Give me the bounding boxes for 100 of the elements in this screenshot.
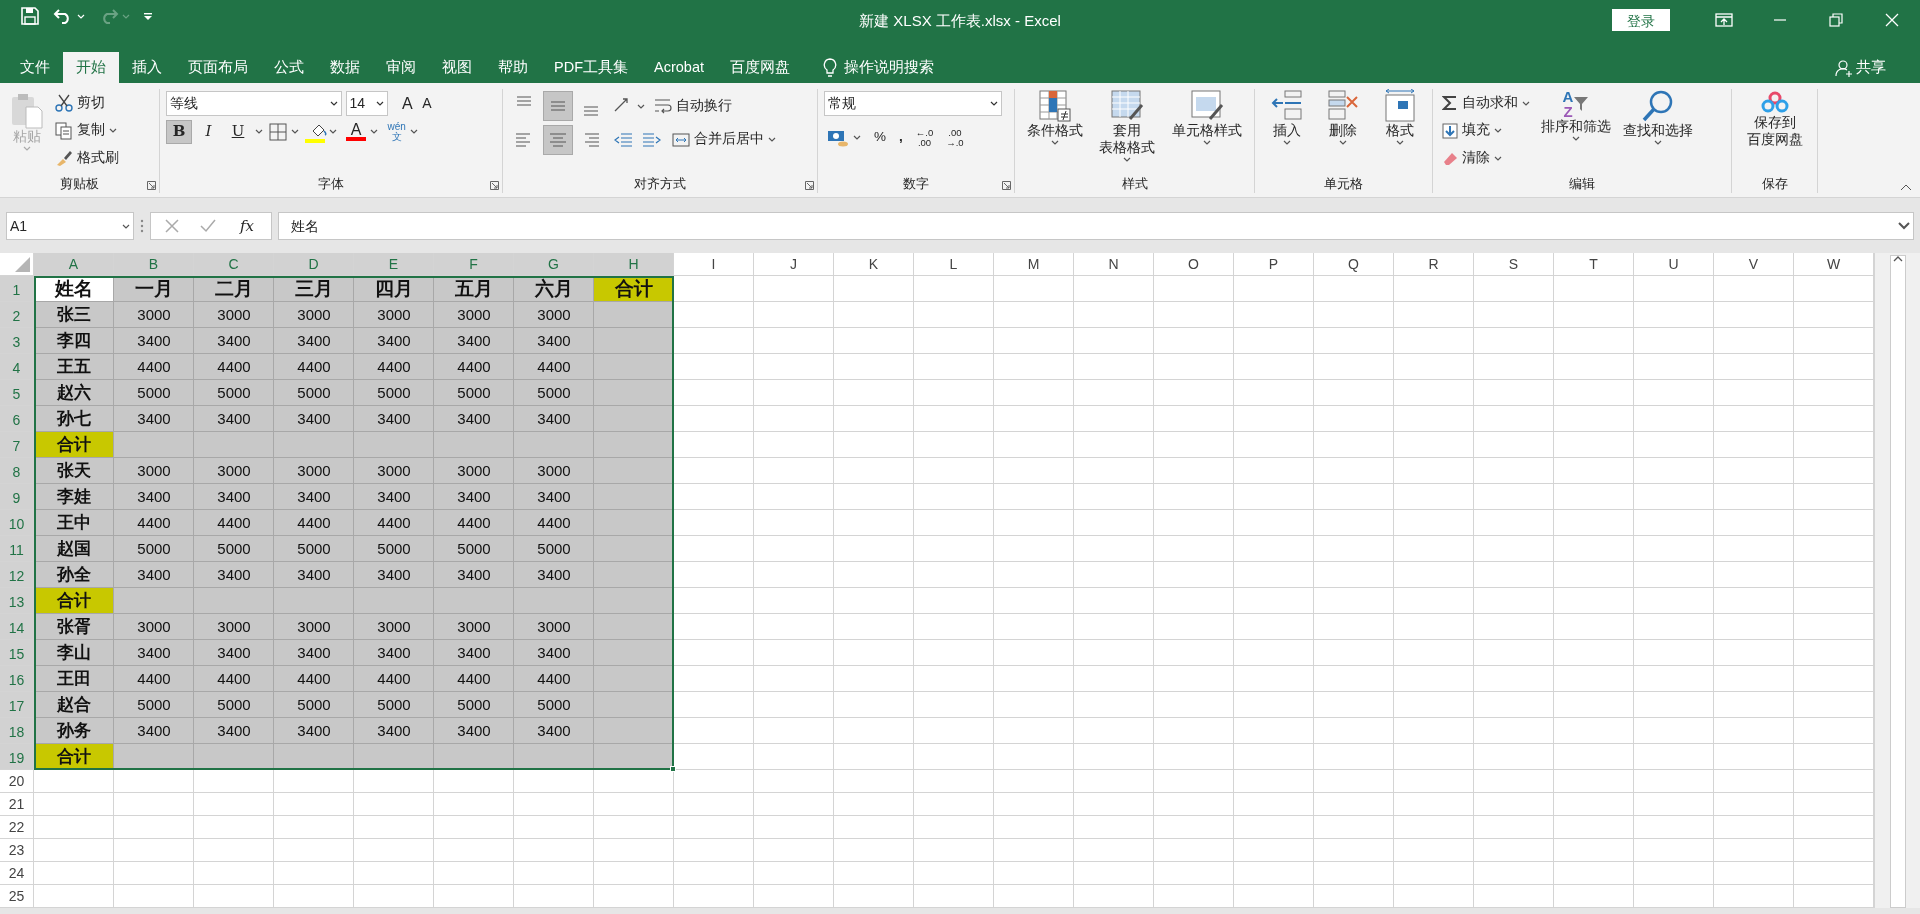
row-header[interactable]: 2 xyxy=(0,302,34,328)
increase-font-size-button[interactable]: A xyxy=(399,91,416,116)
merge-center-button[interactable]: 合并后居中 xyxy=(668,127,779,152)
column-header[interactable]: E xyxy=(354,253,434,276)
table-cell: 张胥 xyxy=(34,614,114,640)
dialog-launcher-icon[interactable] xyxy=(805,181,814,190)
menu-tab[interactable]: 页面布局 xyxy=(175,52,261,83)
table-cell: 合计 xyxy=(34,588,114,614)
align-center-button[interactable] xyxy=(542,124,573,155)
font-name-field[interactable]: 等线 xyxy=(166,91,342,116)
fill-button[interactable]: 填充 xyxy=(1439,118,1533,143)
align-middle-button[interactable] xyxy=(542,91,573,121)
row-header[interactable]: 1 xyxy=(0,276,34,302)
wrap-text-button[interactable]: 自动换行 xyxy=(651,94,735,118)
row-header[interactable]: 5 xyxy=(0,380,34,406)
increase-decimal-button[interactable]: ←.0 .00 xyxy=(912,125,937,150)
expand-formula-icon[interactable] xyxy=(1898,222,1910,230)
dialog-launcher-icon[interactable] xyxy=(1002,181,1011,190)
clear-button[interactable]: 清除 xyxy=(1439,146,1533,170)
cut-button[interactable]: 剪切 xyxy=(52,91,122,115)
menu-tab[interactable]: PDF工具集 xyxy=(541,52,641,83)
customize-icon[interactable] xyxy=(144,12,152,20)
column-header[interactable]: G xyxy=(514,253,594,276)
caret-icon xyxy=(23,145,31,151)
sort-filter-button[interactable]: A Z 排序和筛选 xyxy=(1537,89,1615,174)
copy-button[interactable]: 复制 xyxy=(52,118,122,143)
decrease-font-size-button[interactable]: A xyxy=(419,91,435,116)
row-header[interactable]: 14 xyxy=(0,614,34,640)
column-header[interactable]: B xyxy=(114,253,194,276)
fill-handle[interactable] xyxy=(670,766,676,772)
bold-button[interactable]: B xyxy=(166,119,192,144)
menu-tab[interactable]: 帮助 xyxy=(485,52,541,83)
tell-me-search[interactable]: 操作说明搜索 xyxy=(810,52,947,83)
scroll-up-icon[interactable] xyxy=(1892,256,1903,262)
format-as-table-button[interactable]: 套用 表格格式 xyxy=(1095,89,1160,174)
restore-icon[interactable] xyxy=(1829,13,1843,27)
row-header[interactable]: 9 xyxy=(0,484,34,510)
column-header[interactable]: C xyxy=(194,253,274,276)
sign-in-button[interactable]: 登录 xyxy=(1612,9,1670,31)
row-header[interactable]: 18 xyxy=(0,718,34,744)
font-color-button[interactable]: A xyxy=(343,119,381,144)
row-header[interactable]: 17 xyxy=(0,692,34,718)
comma-style-button[interactable]: , xyxy=(896,125,906,150)
vertical-scrollbar[interactable] xyxy=(1889,255,1906,908)
row-header[interactable]: 3 xyxy=(0,328,34,354)
dialog-launcher-icon[interactable] xyxy=(147,181,156,190)
phonetic-guide-button[interactable]: wén 文 xyxy=(384,119,421,144)
menu-tab[interactable]: 审阅 xyxy=(373,52,429,83)
row-header[interactable]: 8 xyxy=(0,458,34,484)
decrease-decimal-button[interactable]: .00 →.0 xyxy=(943,125,967,150)
save-to-cloud-button[interactable]: 保存到 百度网盘 xyxy=(1742,89,1807,174)
row-header[interactable]: 12 xyxy=(0,562,34,588)
formula-field[interactable]: 姓名 xyxy=(278,212,1914,240)
underline-button[interactable]: U xyxy=(225,119,251,144)
table-cell: 3400 xyxy=(274,640,354,666)
close-icon[interactable] xyxy=(1885,13,1899,27)
row-header[interactable]: 13 xyxy=(0,588,34,614)
font-size-field[interactable]: 14 xyxy=(345,91,388,116)
row-header[interactable]: 6 xyxy=(0,406,34,432)
italic-button[interactable]: I xyxy=(195,119,222,144)
column-header[interactable]: A xyxy=(34,253,114,276)
row-header[interactable]: 15 xyxy=(0,640,34,666)
insert-cells-button[interactable]: 插入 xyxy=(1267,89,1308,174)
column-header[interactable]: F xyxy=(434,253,514,276)
find-select-button[interactable]: 查找和选择 xyxy=(1619,89,1697,174)
dialog-launcher-icon[interactable] xyxy=(490,181,499,190)
collapse-ribbon-icon[interactable] xyxy=(1900,184,1912,191)
menu-tab[interactable]: Acrobat xyxy=(641,52,717,83)
menu-tab[interactable]: 视图 xyxy=(429,52,485,83)
menu-tab[interactable]: 公式 xyxy=(261,52,317,83)
save-icon[interactable] xyxy=(21,7,39,25)
caret-icon xyxy=(122,13,130,19)
number-format-field[interactable]: 常规 xyxy=(824,91,1002,116)
align-middle-icon xyxy=(549,101,566,111)
menu-tab[interactable]: 插入 xyxy=(119,52,175,83)
column-header[interactable]: D xyxy=(274,253,354,276)
autosum-button[interactable]: 自动求和 xyxy=(1439,91,1533,115)
ribbon-display-icon[interactable] xyxy=(1715,13,1733,27)
format-cells-button[interactable]: 格式 xyxy=(1379,89,1420,174)
cell-styles-button[interactable]: 单元格样式 xyxy=(1167,89,1246,174)
row-header[interactable]: 11 xyxy=(0,536,34,562)
row-header[interactable]: 10 xyxy=(0,510,34,536)
column-header[interactable]: H xyxy=(594,253,674,276)
delete-cells-button[interactable]: 删除 xyxy=(1323,89,1364,174)
name-box[interactable]: A1 xyxy=(6,212,134,240)
conditional-formatting-button[interactable]: 条件格式 xyxy=(1023,89,1088,174)
row-header[interactable]: 16 xyxy=(0,666,34,692)
row-header[interactable]: 19 xyxy=(0,744,34,770)
insert-function-button[interactable]: fx xyxy=(237,214,257,238)
menu-tab[interactable]: 百度网盘 xyxy=(717,52,803,83)
menu-tab[interactable]: 文件 xyxy=(7,52,63,83)
share-button[interactable]: 共享 xyxy=(1821,52,1899,83)
menu-tab[interactable]: 数据 xyxy=(317,52,373,83)
row-header[interactable]: 4 xyxy=(0,354,34,380)
percent-button[interactable]: % xyxy=(871,125,889,150)
table-cell: 4400 xyxy=(354,666,434,692)
format-painter-button[interactable]: 格式刷 xyxy=(52,146,122,170)
table-cell: 二月 xyxy=(194,276,274,302)
row-header[interactable]: 7 xyxy=(0,432,34,458)
menu-tab[interactable]: 开始 xyxy=(63,52,119,83)
